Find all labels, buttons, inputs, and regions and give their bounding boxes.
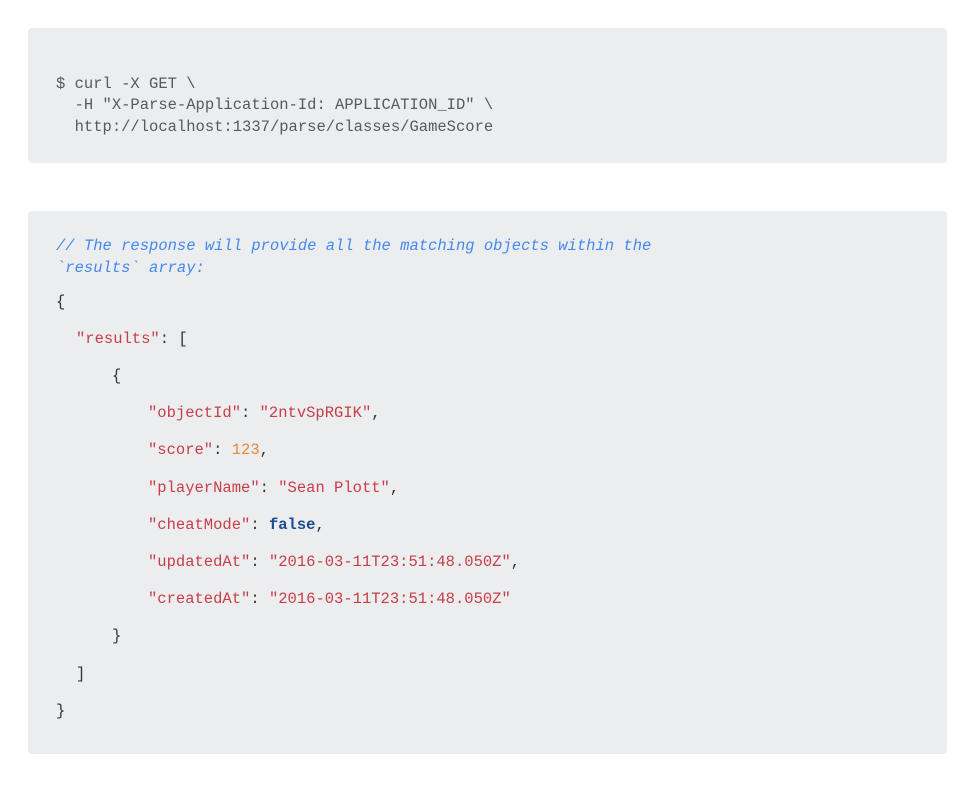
response-comment-1: // The response will provide all the mat…: [56, 237, 651, 255]
val-objectId: "2ntvSpRGIK": [260, 404, 372, 422]
bracket-open: [: [178, 330, 187, 348]
colon: :: [213, 441, 232, 459]
curl-line-1: $ curl -X GET \: [56, 75, 196, 93]
comma: ,: [315, 516, 324, 534]
key-cheatMode: "cheatMode": [148, 516, 250, 534]
colon: :: [250, 553, 269, 571]
val-cheatMode: false: [269, 516, 316, 534]
val-playerName: "Sean Plott": [278, 479, 390, 497]
key-objectId: "objectId": [148, 404, 241, 422]
curl-line-3: http://localhost:1337/parse/classes/Game…: [56, 118, 493, 136]
brace-close: }: [56, 702, 65, 720]
comma: ,: [260, 441, 269, 459]
key-results: "results": [76, 330, 160, 348]
colon: :: [250, 516, 269, 534]
comma: ,: [511, 553, 520, 571]
brace-close-inner: }: [112, 627, 121, 645]
colon: :: [241, 404, 260, 422]
bracket-close: ]: [76, 665, 85, 683]
brace-open-inner: {: [112, 367, 121, 385]
brace-open: {: [56, 293, 65, 311]
key-updatedAt: "updatedAt": [148, 553, 250, 571]
response-json-block: // The response will provide all the mat…: [28, 211, 947, 754]
colon: :: [260, 479, 279, 497]
curl-command-block: $ curl -X GET \ -H "X-Parse-Application-…: [28, 28, 947, 163]
val-createdAt: "2016-03-11T23:51:48.050Z": [269, 590, 511, 608]
comma: ,: [390, 479, 399, 497]
comma: ,: [371, 404, 380, 422]
val-updatedAt: "2016-03-11T23:51:48.050Z": [269, 553, 511, 571]
key-playerName: "playerName": [148, 479, 260, 497]
curl-line-2: -H "X-Parse-Application-Id: APPLICATION_…: [56, 96, 493, 114]
val-score: 123: [232, 441, 260, 459]
colon: :: [250, 590, 269, 608]
colon: :: [160, 330, 179, 348]
key-score: "score": [148, 441, 213, 459]
response-comment-2: `results` array:: [56, 259, 205, 277]
key-createdAt: "createdAt": [148, 590, 250, 608]
